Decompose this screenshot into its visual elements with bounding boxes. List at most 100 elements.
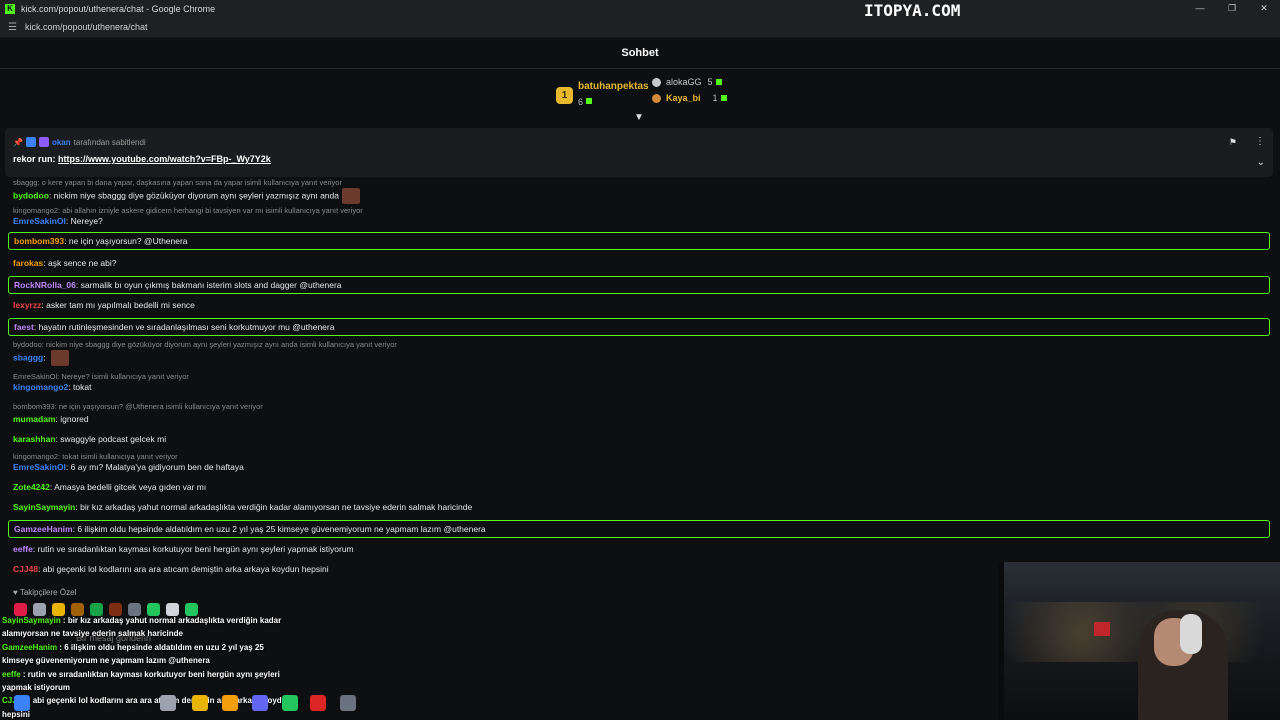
overlay-line: SayinSaymayin : bir kız arkadaş yahut no… — [2, 614, 302, 627]
overlay-username: eeffe — [2, 669, 21, 679]
expand-leaderboard-icon[interactable]: ▼ — [634, 112, 644, 123]
chat-username[interactable]: GamzeeHanim — [14, 524, 73, 534]
settings-icon[interactable] — [340, 695, 356, 711]
emote-icon — [341, 188, 360, 204]
chat-username[interactable]: kingomango2 — [13, 382, 68, 392]
folder-icon[interactable] — [222, 695, 238, 711]
unpin-icon[interactable]: ⚑ — [1229, 137, 1237, 148]
separator: : — [60, 616, 68, 625]
chat-text: ignored — [60, 414, 89, 424]
chat-text: rutin ve sıradanlıktan kayması korkutuyo… — [37, 544, 354, 554]
kick-favicon-icon: K — [5, 3, 15, 14]
leader-third-count: 1 — [712, 93, 718, 103]
netflix-icon[interactable] — [310, 695, 326, 711]
pin-icon: 📌 — [13, 137, 23, 147]
reply-context[interactable]: kingomango2: tokat isimli kullanıcıya ya… — [13, 452, 178, 461]
chat-message: EmreSakinOl: Nereye? — [8, 216, 1270, 226]
headphones — [1180, 614, 1202, 654]
leader-second[interactable]: alokaGG 5 — [652, 77, 722, 87]
subscriber-badge-icon — [38, 137, 49, 147]
chat-message: bydodoo: nickim niye sbaggg diye gözüküy… — [8, 188, 1270, 204]
overlay-text: alamıyorsan ne tavsiye ederin salmak har… — [2, 629, 183, 639]
followers-only-label: ♥ Takipçilere Özel — [13, 588, 77, 597]
site-settings-icon[interactable]: ☰ — [8, 22, 17, 33]
highlighted-chat-message: GamzeeHanim: 6 ilişkim oldu hepsinde ald… — [8, 520, 1270, 538]
chat-message: kingomango2: tokat — [8, 382, 1270, 392]
turkish-flag — [1094, 622, 1110, 636]
chat-messages: sbaggg: o kere yapan bi dana yapar, daşk… — [0, 178, 1280, 578]
silver-medal-icon — [652, 77, 661, 87]
spotify-icon[interactable] — [282, 695, 298, 711]
chat-text: aşk sence ne abi? — [47, 258, 117, 268]
overlay-text: bir kız arkadaş yahut normal arkadaşlıkt… — [67, 616, 282, 625]
overlay-line: alamıyorsan ne tavsiye ederin salmak har… — [2, 627, 302, 640]
leader-second-count: 5 — [707, 77, 713, 87]
windows-start-icon[interactable] — [14, 695, 30, 711]
minimize-icon[interactable]: — — [1184, 0, 1216, 17]
chat-username[interactable]: faest — [14, 322, 34, 332]
chat-text: asker tam mı yapılmalı bedelli mi sence — [46, 300, 195, 310]
chat-username[interactable]: EmreSakinOl — [13, 216, 66, 226]
chat-username[interactable]: RockNRolla_06 — [14, 280, 76, 290]
kicks-gem-icon — [715, 79, 722, 85]
overlay-text: kimseye güvenemiyorum ne yapmam lazım @u… — [2, 656, 210, 666]
reply-context[interactable]: sbaggg: o kere yapan bi dana yapar, daşk… — [13, 178, 342, 187]
chat-text: bir kız arkadaş yahut normal arkadaşlıkt… — [80, 502, 473, 512]
leader-first-count: 6 — [578, 97, 584, 107]
leader-first[interactable]: 1 batuhanpektas 6 — [556, 81, 649, 110]
chat-message: Zote4242: Amasya bedelli gitcek veya gıd… — [8, 482, 1270, 492]
chat-username[interactable]: lexyrzz — [13, 300, 41, 310]
overlay-text: rutin ve sıradanlıktan kayması korkutuyo… — [27, 669, 280, 679]
overlay-text: hepsini — [2, 709, 31, 719]
overlay-username: SayinSaymayin — [2, 616, 61, 625]
chat-username[interactable]: mumadam — [13, 414, 56, 424]
pinned-link[interactable]: https://www.youtube.com/watch?v=FBp-_Wy7… — [58, 154, 271, 164]
window-title: kick.com/popout/uthenera/chat - Google C… — [21, 3, 216, 14]
close-icon[interactable]: ✕ — [1248, 0, 1280, 17]
chat-text: tokat — [73, 382, 92, 392]
pinned-content: rekor run: https://www.youtube.com/watch… — [13, 154, 271, 164]
chat-message: lexyrzz: asker tam mı yapılmalı bedelli … — [8, 300, 1270, 310]
reply-context[interactable]: bombom393: ne için yaşıyorsun? @Uthenera… — [13, 402, 263, 411]
chat-username[interactable]: CJJ48 — [13, 564, 38, 574]
chat-username[interactable]: farokas — [13, 258, 43, 268]
chat-text: sarmalik bı oyun çıkmış bakmanı isterim … — [80, 280, 342, 290]
highlighted-chat-message: RockNRolla_06: sarmalik bı oyun çıkmış b… — [8, 276, 1270, 294]
emote-icon — [50, 350, 69, 366]
chat-message: SayinSaymayin: bir kız arkadaş yahut nor… — [8, 502, 1270, 512]
chat-username[interactable]: eeffe — [13, 544, 33, 554]
pinned-by-row: 📌 okan tarafından sabitlendi — [13, 137, 146, 147]
highlighted-chat-message: bombom393: ne için yaşıyorsun? @Uthenera — [8, 232, 1270, 250]
chat-username[interactable]: SayinSaymayin — [13, 502, 75, 512]
pinned-message: 📌 okan tarafından sabitlendi rekor run: … — [5, 128, 1273, 177]
leader-first-name: batuhanpektas — [578, 81, 649, 92]
url-text[interactable]: kick.com/popout/uthenera/chat — [25, 22, 148, 32]
reply-context[interactable]: kingomango2: abi allahın izniyle askere … — [13, 206, 363, 215]
chat-username[interactable]: sbaggg — [13, 352, 43, 362]
chat-username[interactable]: Zote4242 — [13, 482, 50, 492]
leader-third[interactable]: Kaya_bi 1 — [652, 93, 727, 103]
chat-username[interactable]: EmreSakinOl — [13, 462, 66, 472]
chat-text: nickim niye sbaggg diye gözüküyor diyoru… — [53, 190, 339, 201]
chat-text: 6 ilişkim oldu hepsinde aldatıldım en uz… — [77, 524, 486, 534]
chat-message: eeffe: rutin ve sıradanlıktan kayması ko… — [8, 544, 1270, 554]
chat-text: Nereye? — [70, 216, 103, 226]
discord-icon[interactable] — [252, 695, 268, 711]
bronze-medal-icon — [652, 93, 661, 103]
more-options-icon[interactable]: ⋮ — [1255, 136, 1265, 147]
chat-username[interactable]: karashhan — [13, 434, 56, 444]
reply-context[interactable]: bydodoo: nickim niye sbaggg diye gözüküy… — [13, 340, 397, 349]
pinned-prefix: rekor run: — [13, 154, 56, 164]
chat-username[interactable]: bydodoo — [13, 190, 49, 200]
reply-context[interactable]: EmreSakinOl: Nereye? isimli kullanıcıya … — [13, 372, 189, 381]
chat-username[interactable]: bombom393 — [14, 236, 64, 246]
overlay-line: kimseye güvenemiyorum ne yapmam lazım @u… — [2, 654, 302, 667]
chat-text: swaggyle podcast gelcek mi — [60, 434, 167, 444]
followers-only-text: Takipçilere Özel — [19, 588, 77, 597]
chevron-down-icon[interactable]: ⌄ — [1257, 157, 1265, 168]
taskbar-app-icon[interactable] — [160, 695, 176, 711]
chat-message: sbaggg: — [8, 350, 1270, 366]
pinned-by-user[interactable]: okan — [52, 138, 71, 147]
restore-icon[interactable]: ❐ — [1216, 0, 1248, 17]
chrome-icon[interactable] — [192, 695, 208, 711]
